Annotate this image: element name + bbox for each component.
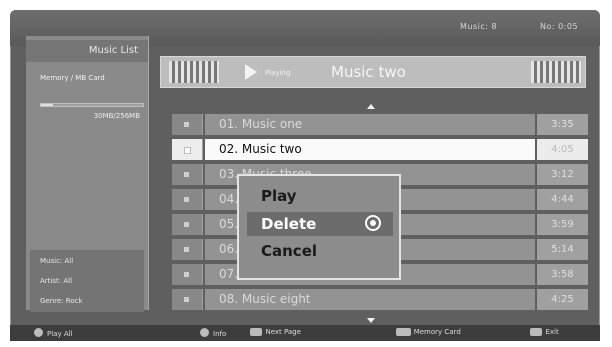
track-time: 4:25 [537, 289, 588, 310]
track-checkbox[interactable] [172, 114, 203, 135]
key-icon [250, 328, 263, 336]
bullet-icon [184, 172, 189, 177]
time-label: No: 0:05 [540, 22, 579, 31]
filter-genre[interactable]: Genre: Rock [40, 297, 83, 305]
now-playing-label: Playing [265, 69, 291, 77]
track-checkbox[interactable] [172, 189, 203, 210]
footer-exit-label: Exit [545, 328, 559, 336]
context-menu: Play Delete Cancel [237, 174, 401, 280]
track-row[interactable]: 01. Music one 3:35 [172, 114, 593, 135]
track-checkbox[interactable] [172, 289, 203, 310]
track-checkbox[interactable] [172, 139, 203, 160]
filter-artist[interactable]: Artist: All [40, 277, 72, 285]
track-time: 3:35 [537, 114, 588, 135]
track-name: 01. Music one [205, 114, 535, 135]
radio-selected-icon [365, 215, 381, 231]
footer-play-all-label: Play All [47, 330, 73, 338]
track-row[interactable]: 02. Music two 4:05 [172, 139, 593, 160]
footer-info-label: Info [213, 330, 227, 338]
bullet-icon [184, 222, 189, 227]
track-checkbox[interactable] [172, 239, 203, 260]
key-icon [396, 328, 411, 336]
track-checkbox[interactable] [172, 264, 203, 285]
track-time: 4:05 [537, 139, 588, 160]
track-time: 3:59 [537, 214, 588, 235]
menu-item-cancel[interactable]: Cancel [247, 239, 393, 263]
key-icon [530, 328, 543, 336]
menu-item-label: Cancel [261, 242, 318, 260]
bullet-icon [184, 147, 191, 154]
track-name: 02. Music two [205, 139, 535, 160]
panel-title: Music List [26, 40, 148, 62]
track-name: 08. Music eight [205, 289, 535, 310]
scroll-up-icon[interactable] [367, 104, 375, 109]
bullet-icon [184, 197, 189, 202]
now-playing-title: Music two [331, 63, 406, 81]
memory-usage-bar [40, 103, 144, 107]
footer-next-page[interactable]: Next Page [250, 328, 301, 336]
memory-label: Memory / MB Card [40, 74, 105, 82]
track-checkbox[interactable] [172, 164, 203, 185]
track-time: 4:44 [537, 189, 588, 210]
play-icon [245, 64, 257, 80]
footer-exit[interactable]: Exit [530, 328, 559, 336]
bullet-icon [184, 247, 189, 252]
footer-memory-card[interactable]: Memory Card [396, 328, 461, 336]
bullet-icon [184, 297, 189, 302]
bullet-icon [184, 272, 189, 277]
memory-usage-fill [41, 104, 54, 106]
mode-label: Music: 8 [460, 22, 498, 31]
footer-info[interactable]: Info [200, 328, 226, 338]
track-checkbox[interactable] [172, 214, 203, 235]
scroll-down-icon[interactable] [367, 318, 375, 323]
footer-play-all[interactable]: Play All [34, 328, 73, 338]
footer-memory-card-label: Memory Card [413, 328, 461, 336]
menu-item-delete[interactable]: Delete [247, 212, 393, 236]
menu-item-label: Play [261, 187, 297, 205]
filter-music[interactable]: Music: All [40, 257, 73, 265]
track-time: 3:58 [537, 264, 588, 285]
now-playing-banner: Playing Music two [160, 56, 586, 88]
footer-next-page-label: Next Page [265, 328, 301, 336]
play-button-icon [34, 328, 43, 337]
film-strip-icon [169, 61, 219, 83]
track-row[interactable]: 08. Music eight 4:25 [172, 289, 593, 310]
memory-value: 30MB/256MB [93, 112, 140, 120]
footer-help-bar: Play All Info Next Page Memory Card Exit [10, 325, 600, 341]
track-time: 5:14 [537, 239, 588, 260]
menu-item-play[interactable]: Play [247, 184, 393, 208]
info-button-icon [200, 328, 209, 337]
film-strip-icon [531, 61, 581, 83]
menu-item-label: Delete [261, 215, 317, 233]
track-time: 3:12 [537, 164, 588, 185]
bullet-icon [184, 122, 189, 127]
